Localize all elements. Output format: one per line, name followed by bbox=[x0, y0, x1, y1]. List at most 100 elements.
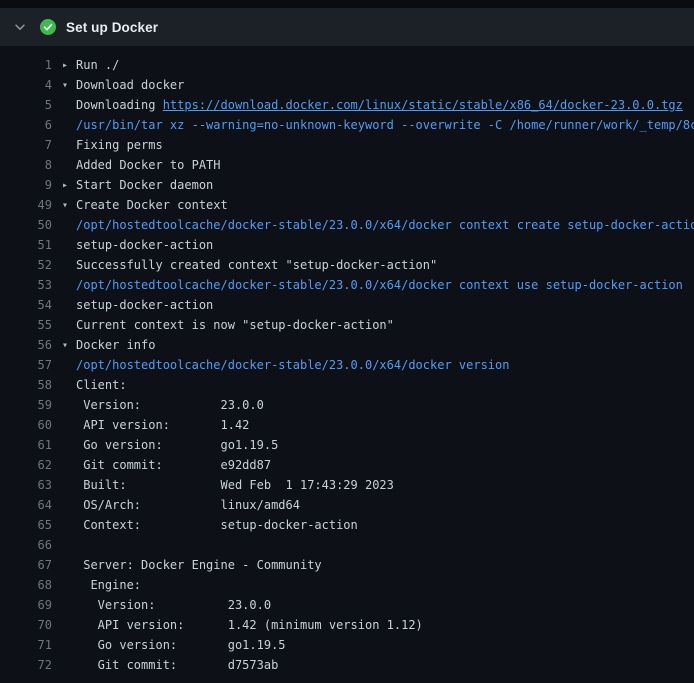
log-line-content: Downloading https://download.docker.com/… bbox=[76, 98, 694, 112]
line-number-link[interactable]: 60 bbox=[0, 418, 52, 432]
log-text: Version: 23.0.0 bbox=[76, 398, 264, 412]
log-text: Docker info bbox=[76, 338, 155, 352]
log-line-content: Context: setup-docker-action bbox=[76, 518, 694, 532]
log-line-content: Server: Docker Engine - Community bbox=[76, 558, 694, 572]
line-number-link[interactable]: 53 bbox=[0, 278, 52, 292]
log-line: 1 ▸Run ./ bbox=[0, 55, 694, 75]
log-line: 64 OS/Arch: linux/amd64 bbox=[0, 495, 694, 515]
log-line: 4 ▾Download docker bbox=[0, 75, 694, 95]
step-header[interactable]: Set up Docker bbox=[0, 8, 694, 46]
log-text: Go version: go1.19.5 bbox=[76, 438, 278, 452]
log-line-content: Successfully created context "setup-dock… bbox=[76, 258, 694, 272]
line-number-link[interactable]: 57 bbox=[0, 358, 52, 372]
log-line: 67 Server: Docker Engine - Community bbox=[0, 555, 694, 575]
log-text: Download docker bbox=[76, 78, 184, 92]
triangle-right-icon[interactable]: ▸ bbox=[62, 180, 76, 191]
log-line-content: Docker info bbox=[76, 338, 694, 352]
log-text: Server: Docker Engine - Community bbox=[76, 558, 322, 572]
line-number-link[interactable]: 55 bbox=[0, 318, 52, 332]
log-line: 57/opt/hostedtoolcache/docker-stable/23.… bbox=[0, 355, 694, 375]
log-line-content: setup-docker-action bbox=[76, 298, 694, 312]
line-number-link[interactable]: 52 bbox=[0, 258, 52, 272]
log-line: 63 Built: Wed Feb 1 17:43:29 2023 bbox=[0, 475, 694, 495]
log-line-content: Built: Wed Feb 1 17:43:29 2023 bbox=[76, 478, 694, 492]
log-line-content: Added Docker to PATH bbox=[76, 158, 694, 172]
log-line-content: OS/Arch: linux/amd64 bbox=[76, 498, 694, 512]
log-line: 7 Fixing perms bbox=[0, 135, 694, 155]
log-text: API version: 1.42 (minimum version 1.12) bbox=[76, 618, 423, 632]
log-line-content: Start Docker daemon bbox=[76, 178, 694, 192]
line-number-link[interactable]: 71 bbox=[0, 638, 52, 652]
log-line-content: /opt/hostedtoolcache/docker-stable/23.0.… bbox=[76, 358, 694, 372]
log-line-content: Go version: go1.19.5 bbox=[76, 438, 694, 452]
log-text: Engine: bbox=[76, 578, 141, 592]
line-number-link[interactable]: 66 bbox=[0, 538, 52, 552]
log-text: OS/Arch: linux/amd64 bbox=[76, 498, 300, 512]
log-line: 54 setup-docker-action bbox=[0, 295, 694, 315]
chevron-down-icon[interactable] bbox=[12, 19, 28, 35]
log-line: 68 Engine: bbox=[0, 575, 694, 595]
line-number-link[interactable]: 62 bbox=[0, 458, 52, 472]
line-number-link[interactable]: 69 bbox=[0, 598, 52, 612]
log-line-content: Git commit: d7573ab bbox=[76, 658, 694, 672]
log-line-content: Download docker bbox=[76, 78, 694, 92]
log-link[interactable]: https://download.docker.com/linux/static… bbox=[163, 98, 683, 112]
log-text: Fixing perms bbox=[76, 138, 163, 152]
line-number-link[interactable]: 49 bbox=[0, 198, 52, 212]
line-number-link[interactable]: 68 bbox=[0, 578, 52, 592]
log-line: 58 Client: bbox=[0, 375, 694, 395]
triangle-down-icon[interactable]: ▾ bbox=[62, 200, 76, 211]
log-text: Go version: go1.19.5 bbox=[76, 638, 286, 652]
line-number-link[interactable]: 50 bbox=[0, 218, 52, 232]
log-line: 9 ▸Start Docker daemon bbox=[0, 175, 694, 195]
line-number-link[interactable]: 70 bbox=[0, 618, 52, 632]
log-text: Git commit: d7573ab bbox=[76, 658, 278, 672]
log-line: 6/usr/bin/tar xz --warning=no-unknown-ke… bbox=[0, 115, 694, 135]
log-line: 5 Downloading https://download.docker.com… bbox=[0, 95, 694, 115]
log-line-content: API version: 1.42 bbox=[76, 418, 694, 432]
log-text: Git commit: e92dd87 bbox=[76, 458, 271, 472]
log-line: 49 ▾Create Docker context bbox=[0, 195, 694, 215]
log-line-content: Version: 23.0.0 bbox=[76, 598, 694, 612]
log-line-content: Go version: go1.19.5 bbox=[76, 638, 694, 652]
log-line: 61 Go version: go1.19.5 bbox=[0, 435, 694, 455]
line-number-link[interactable]: 67 bbox=[0, 558, 52, 572]
line-number-link[interactable]: 65 bbox=[0, 518, 52, 532]
line-number-link[interactable]: 58 bbox=[0, 378, 52, 392]
log-line-content: /opt/hostedtoolcache/docker-stable/23.0.… bbox=[76, 278, 694, 292]
line-number-link[interactable]: 8 bbox=[0, 158, 52, 172]
log-text: Downloading bbox=[76, 98, 163, 112]
log-text: Version: 23.0.0 bbox=[76, 598, 271, 612]
triangle-right-icon[interactable]: ▸ bbox=[62, 60, 76, 71]
log-line-content: Run ./ bbox=[76, 58, 694, 72]
log-text: Create Docker context bbox=[76, 198, 228, 212]
line-number-link[interactable]: 6 bbox=[0, 118, 52, 132]
line-number-link[interactable]: 7 bbox=[0, 138, 52, 152]
log-text: Context: setup-docker-action bbox=[76, 518, 358, 532]
line-number-link[interactable]: 64 bbox=[0, 498, 52, 512]
line-number-link[interactable]: 61 bbox=[0, 438, 52, 452]
command-text: /opt/hostedtoolcache/docker-stable/23.0.… bbox=[76, 358, 509, 372]
log-text: Added Docker to PATH bbox=[76, 158, 221, 172]
line-number-link[interactable]: 59 bbox=[0, 398, 52, 412]
success-check-icon bbox=[40, 19, 56, 35]
line-number-link[interactable]: 72 bbox=[0, 658, 52, 672]
log-line-content: Fixing perms bbox=[76, 138, 694, 152]
log-line: 66 bbox=[0, 535, 694, 555]
line-number-link[interactable]: 9 bbox=[0, 178, 52, 192]
line-number-link[interactable]: 1 bbox=[0, 58, 52, 72]
step-title: Set up Docker bbox=[66, 20, 158, 35]
line-number-link[interactable]: 51 bbox=[0, 238, 52, 252]
triangle-down-icon[interactable]: ▾ bbox=[62, 80, 76, 91]
log-text: Successfully created context "setup-dock… bbox=[76, 258, 437, 272]
line-number-link[interactable]: 63 bbox=[0, 478, 52, 492]
triangle-down-icon[interactable]: ▾ bbox=[62, 340, 76, 351]
line-number-link[interactable]: 5 bbox=[0, 98, 52, 112]
command-text: /usr/bin/tar xz --warning=no-unknown-key… bbox=[76, 118, 694, 132]
log-line: 51setup-docker-action bbox=[0, 235, 694, 255]
line-number-link[interactable]: 56 bbox=[0, 338, 52, 352]
line-number-link[interactable]: 4 bbox=[0, 78, 52, 92]
log-line-content: Client: bbox=[76, 378, 694, 392]
log-text: Client: bbox=[76, 378, 127, 392]
line-number-link[interactable]: 54 bbox=[0, 298, 52, 312]
